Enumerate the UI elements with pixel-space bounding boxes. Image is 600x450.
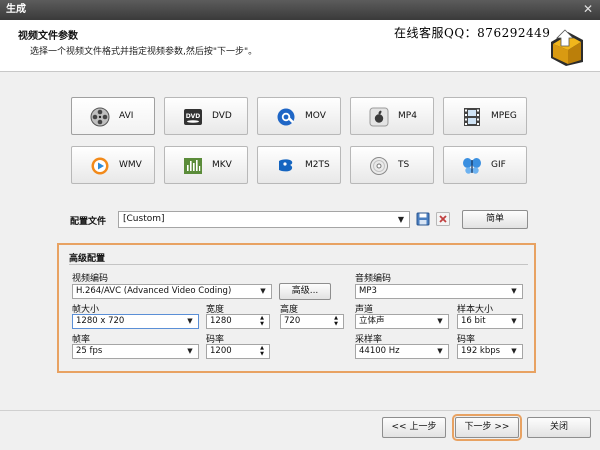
channels-select[interactable]: 立体声 ▼ [355,314,449,329]
disc-icon [370,157,388,175]
video-codec-label: 视频编码 [72,274,109,284]
divider [69,264,528,265]
audio-codec-value: MP3 [359,286,377,296]
contact-text: 在线客服QQ：876292449 [394,26,551,40]
format-label: MOV [305,111,326,121]
sample-rate-select[interactable]: 44100 Hz ▼ [355,344,449,359]
page-title: 视频文件参数 [18,31,78,42]
filmstrip-icon [464,108,480,126]
width-stepper[interactable]: 1280 ▲ ▼ [206,314,270,329]
format-label: M2TS [305,160,330,170]
sample-size-value: 16 bit [461,316,486,326]
height-stepper[interactable]: 720 ▲ ▼ [280,314,344,329]
profile-select[interactable]: [Custom] ▼ [118,211,410,228]
height-value: 720 [284,316,301,326]
svg-text:DVD: DVD [186,113,201,120]
prev-button[interactable]: << 上一步 [382,417,446,438]
profile-label: 配置文件 [70,217,107,227]
close-button[interactable]: 关闭 [527,417,591,438]
chevron-down-icon: ▼ [511,347,517,355]
format-label: WMV [119,160,142,170]
app-logo-icon [551,29,583,66]
chevron-down-icon: ▼ [437,317,443,325]
advanced-settings-title: 高级配置 [69,254,106,264]
header-panel: 视频文件参数 选择一个视频文件格式并指定视频参数,然后按"下一步"。 在线客服Q… [0,20,600,72]
profile-value: [Custom] [123,214,165,224]
sample-rate-value: 44100 Hz [359,346,400,356]
film-reel-icon [90,107,110,127]
spin-arrows-icon[interactable]: ▲ ▼ [257,315,267,328]
chevron-down-icon: ▼ [397,215,405,224]
butterfly-icon [463,158,481,174]
spin-arrows-icon[interactable]: ▲ ▼ [257,345,267,358]
format-button-mov[interactable]: MOV [257,97,341,135]
dvd-icon: DVD [184,109,202,125]
format-label: MPEG [491,111,517,121]
format-button-ts[interactable]: TS [350,146,434,184]
format-button-m2ts[interactable]: M2TS [257,146,341,184]
frame-size-value: 1280 x 720 [76,316,125,326]
audio-codec-select[interactable]: MP3 ▼ [355,284,523,299]
format-button-dvd[interactable]: DVD DVD [164,97,248,135]
format-button-mp4[interactable]: MP4 [350,97,434,135]
footer-divider [0,410,600,411]
window-title: 生成 [6,4,26,15]
format-label: GIF [491,160,506,170]
chevron-down-icon: ▼ [511,317,517,325]
apple-icon [369,107,389,127]
chevron-down-icon: ▼ [187,347,193,355]
media-player-icon [91,157,109,175]
bitrate-value: 1200 [210,346,232,356]
simple-mode-button[interactable]: 简单 [462,210,528,229]
frame-size-select[interactable]: 1280 x 720 ▼ [72,314,199,329]
audio-codec-label: 音频编码 [355,274,392,284]
video-codec-select[interactable]: H.264/AVC (Advanced Video Coding) ▼ [72,284,272,299]
channels-value: 立体声 [359,316,385,326]
spin-arrows-icon[interactable]: ▲ ▼ [331,315,341,328]
format-button-wmv[interactable]: WMV [71,146,155,184]
frame-rate-value: 25 fps [76,346,103,356]
format-label: TS [398,160,410,170]
format-label: AVI [119,111,134,121]
chevron-down-icon: ▼ [437,347,443,355]
save-icon[interactable] [416,212,430,226]
sample-size-select[interactable]: 16 bit ▼ [457,314,523,329]
audio-bitrate-value: 192 kbps [461,346,501,356]
format-button-mkv[interactable]: MKV [164,146,248,184]
chevron-down-icon: ▼ [187,317,193,325]
equalizer-icon [184,158,202,174]
video-codec-value: H.264/AVC (Advanced Video Coding) [76,286,232,296]
bitrate-stepper[interactable]: 1200 ▲ ▼ [206,344,270,359]
advanced-codec-button[interactable]: 高级... [279,283,331,300]
close-icon[interactable]: ✕ [581,3,595,17]
width-value: 1280 [210,316,232,326]
title-bar: 生成 ✕ [0,0,600,20]
chevron-down-icon: ▼ [260,287,266,295]
quicktime-icon [277,108,295,126]
format-button-mpeg[interactable]: MPEG [443,97,527,135]
audio-bitrate-select[interactable]: 192 kbps ▼ [457,344,523,359]
frame-rate-select[interactable]: 25 fps ▼ [72,344,199,359]
dialog-window: 生成 ✕ 视频文件参数 选择一个视频文件格式并指定视频参数,然后按"下一步"。 … [0,0,600,450]
format-label: MP4 [398,111,417,121]
page-subtitle: 选择一个视频文件格式并指定视频参数,然后按"下一步"。 [30,47,258,57]
format-label: DVD [212,111,232,121]
format-button-gif[interactable]: GIF [443,146,527,184]
format-button-avi[interactable]: AVI [71,97,155,135]
next-button[interactable]: 下一步 >> [452,414,522,441]
chevron-down-icon: ▼ [511,287,517,295]
bluray-disc-icon [279,159,293,172]
format-label: MKV [212,160,232,170]
delete-icon[interactable] [436,212,450,226]
